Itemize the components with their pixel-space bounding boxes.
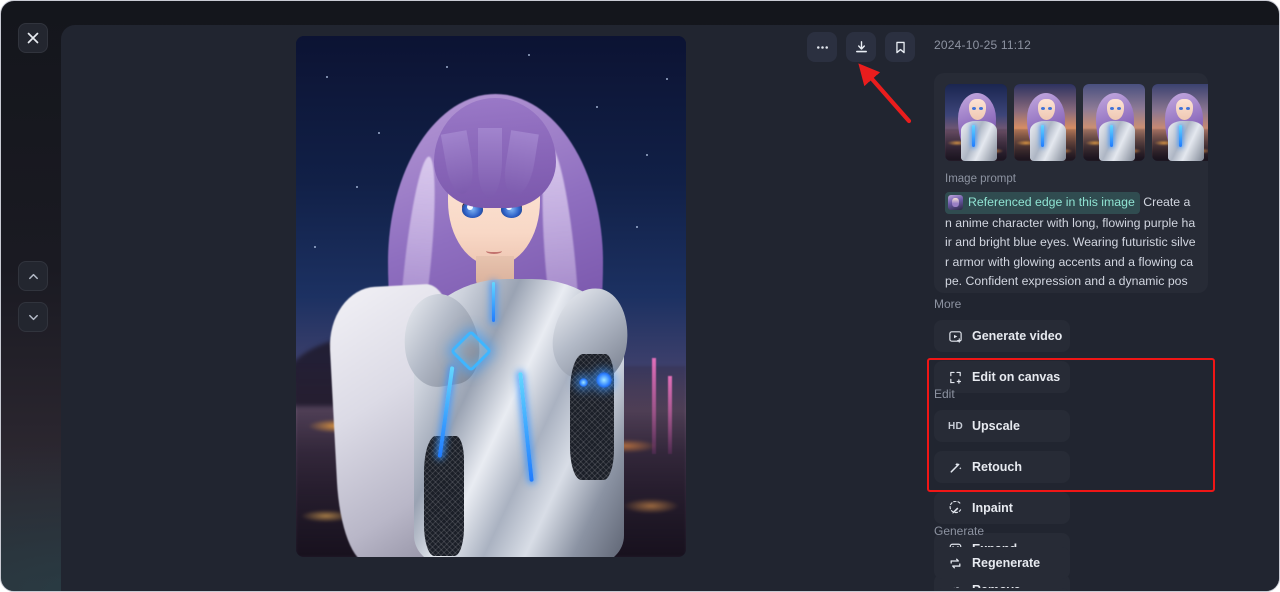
image-action-toolbar — [807, 32, 915, 62]
section-title-generate: Generate — [934, 524, 985, 538]
regenerate-label: Regenerate — [972, 556, 1041, 570]
close-button[interactable] — [18, 23, 48, 53]
close-icon — [27, 32, 39, 44]
download-icon — [855, 40, 867, 52]
chevron-up-icon — [28, 273, 38, 279]
retouch-button[interactable]: Retouch — [934, 451, 1070, 483]
main-image-viewer[interactable] — [296, 36, 686, 557]
brush-icon — [948, 500, 963, 516]
image-detail-window: 2024-10-25 11:12 Image prompt Referenced… — [0, 0, 1280, 592]
generate-video-label: Generate video — [972, 329, 1063, 343]
bookmark-icon — [895, 41, 905, 53]
more-options-button[interactable] — [807, 32, 837, 62]
reprompt-button[interactable]: Reprompt — [934, 588, 1070, 591]
mouth — [486, 248, 502, 254]
section-generate: Generate Regenerate — [934, 524, 1214, 591]
shoulder-glow-node — [596, 372, 612, 388]
refresh-icon — [948, 556, 963, 571]
chevron-down-icon — [28, 314, 38, 320]
prompt-card: Image prompt Referenced edge in this ima… — [934, 73, 1208, 293]
bookmark-button[interactable] — [885, 32, 915, 62]
prompt-label: Image prompt — [945, 173, 1016, 185]
reference-thumbnail-icon — [948, 195, 963, 211]
image-timestamp: 2024-10-25 11:12 — [934, 38, 1032, 52]
retouch-label: Retouch — [972, 460, 1022, 474]
thumbnail-item[interactable] — [1014, 84, 1076, 161]
nav-next-button[interactable] — [18, 302, 48, 332]
image-details-panel: 2024-10-25 11:12 Image prompt Referenced… — [921, 25, 1221, 591]
variation-thumbnail-strip — [945, 84, 1208, 161]
more-button-grid: Generate video Edit on canvas — [934, 320, 1214, 393]
inpaint-button[interactable]: Inpaint — [934, 492, 1070, 524]
generate-video-button[interactable]: Generate video — [934, 320, 1070, 352]
section-title-edit: Edit — [934, 387, 955, 401]
thumbnail-item[interactable] — [1083, 84, 1145, 161]
upscale-button[interactable]: HD Upscale — [934, 410, 1070, 442]
canvas-crop-icon — [948, 370, 963, 385]
nav-previous-button[interactable] — [18, 261, 48, 291]
ellipsis-icon — [816, 45, 828, 49]
edit-on-canvas-label: Edit on canvas — [972, 370, 1061, 384]
thumbnail-item[interactable] — [1152, 84, 1208, 161]
magic-wand-icon — [948, 460, 963, 475]
mesh-panel-left — [424, 436, 464, 556]
reference-chip-label: Referenced edge in this image — [968, 195, 1135, 209]
generated-artwork — [296, 36, 686, 557]
section-more: More Generate video Edit on canvas — [934, 297, 1214, 393]
upscale-label: Upscale — [972, 419, 1020, 433]
video-frame-icon — [948, 329, 963, 344]
character-figure — [296, 36, 686, 557]
download-button[interactable] — [846, 32, 876, 62]
hd-icon: HD — [947, 420, 964, 432]
prompt-text-block: Referenced edge in this image Create an … — [945, 192, 1197, 293]
generate-button-grid: Regenerate Reprompt — [934, 547, 1214, 591]
left-rail — [1, 1, 61, 591]
thumbnail-item[interactable] — [945, 84, 1007, 161]
inpaint-label: Inpaint — [972, 501, 1013, 515]
reference-chip[interactable]: Referenced edge in this image — [945, 192, 1140, 214]
section-title-more: More — [934, 297, 962, 311]
regenerate-button[interactable]: Regenerate — [934, 547, 1070, 579]
